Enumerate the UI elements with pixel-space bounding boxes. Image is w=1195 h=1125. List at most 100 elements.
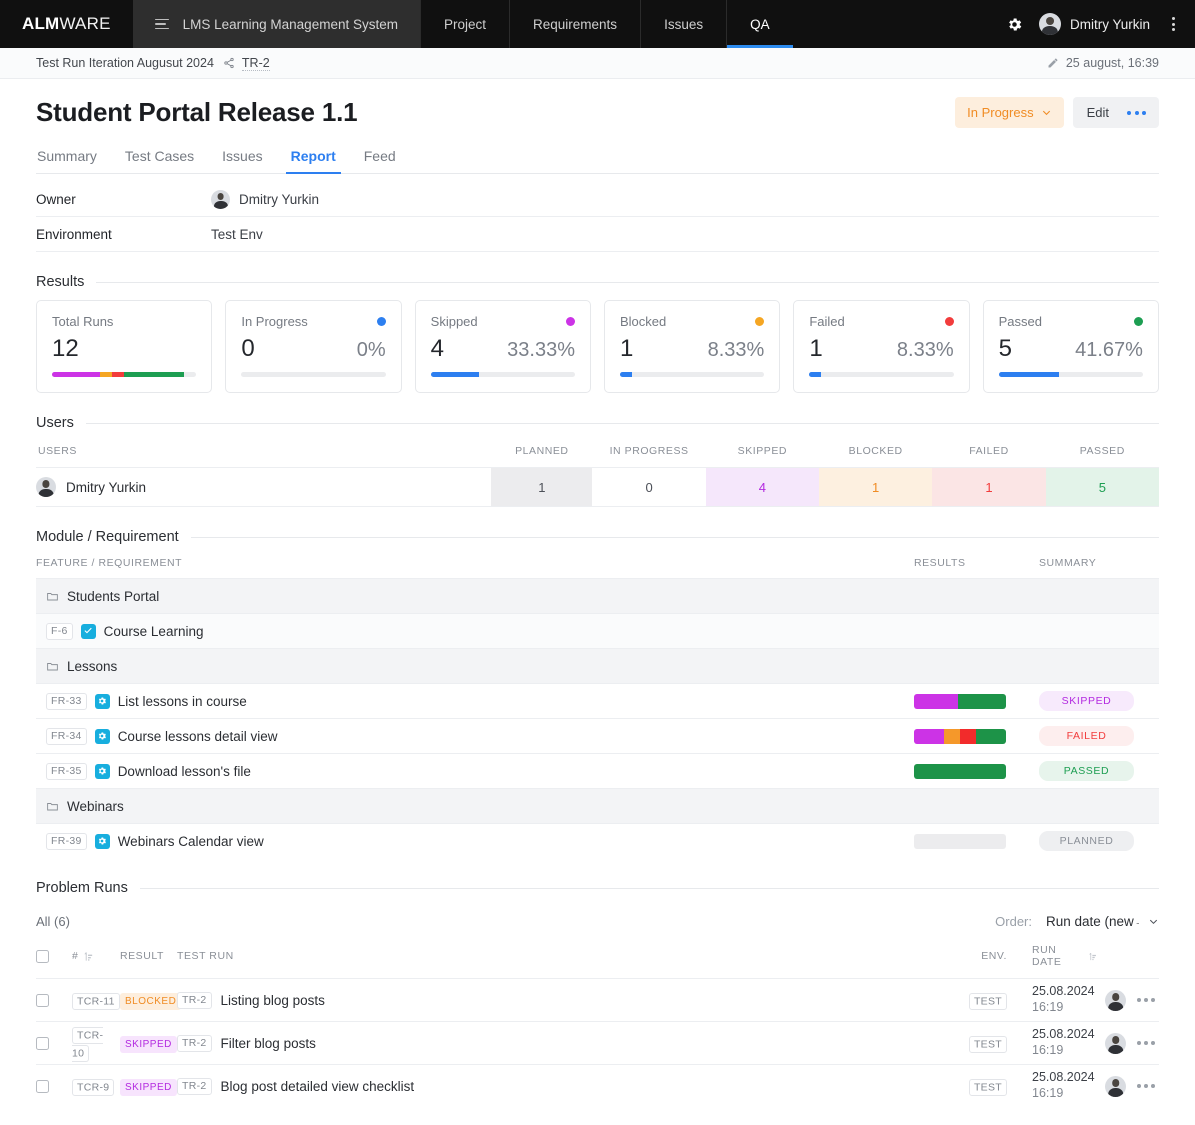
card-percent: 41.67% [1075, 339, 1143, 361]
owner-name: Dmitry Yurkin [239, 191, 320, 207]
tab-label: Feed [363, 148, 396, 164]
tab-feed[interactable]: Feed [363, 148, 397, 173]
table-row[interactable]: Dmitry Yurkin 1 0 4 1 1 5 [36, 467, 1159, 507]
results-bar-segment [914, 728, 945, 744]
status-label: In Progress [967, 105, 1034, 120]
module-item-row[interactable]: FR-39 Webinars Calendar view PLANNED [36, 823, 1159, 858]
problem-runs-heading: Problem Runs [36, 880, 128, 896]
col-result: RESULT [120, 950, 164, 962]
tab-issues[interactable]: Issues [221, 148, 263, 173]
row-checkbox[interactable] [36, 1036, 49, 1050]
breadcrumb-key[interactable]: TR-2 [241, 56, 270, 71]
environment-row: Environment Test Env [36, 217, 1159, 252]
col-planned: PLANNED [515, 445, 569, 457]
app-logo[interactable]: ALM WARE [0, 0, 133, 48]
module-name: Students Portal [67, 588, 160, 604]
select-all-checkbox[interactable] [36, 949, 49, 963]
run-date: 25.08.2024 16:19 [1007, 984, 1097, 1015]
user-name: Dmitry Yurkin [1069, 16, 1150, 32]
table-row[interactable]: TCR-11 BLOCKED TR-2 Listing blog posts TEST 2… [36, 978, 1159, 1021]
nav-item-requirements[interactable]: Requirements [509, 0, 640, 48]
nav-label: Requirements [533, 16, 618, 32]
row-checkbox[interactable] [36, 1079, 49, 1093]
row-actions-icon[interactable] [1137, 998, 1155, 1002]
col-in-progress: IN PROGRESS [609, 445, 689, 457]
run-key[interactable]: TCR-11 [72, 992, 120, 1010]
order-label: Order: [995, 914, 1032, 929]
result-card-in-progress: In Progress 0 0% [225, 300, 402, 393]
module-name: Course lessons detail view [117, 728, 278, 744]
module-group-row[interactable]: Webinars [36, 788, 1159, 823]
nav-item-qa[interactable]: QA [726, 0, 793, 48]
module-item-row[interactable]: F-6 Course Learning [36, 613, 1159, 648]
breadcrumb-parent[interactable]: Test Run Iteration Augusut 2024 [36, 56, 214, 70]
module-group-row[interactable]: Lessons [36, 648, 1159, 683]
module-item-row[interactable]: FR-34 Course lessons detail view FAILED [36, 718, 1159, 753]
user-menu[interactable]: Dmitry Yurkin [1038, 13, 1150, 35]
item-key: FR-39 [46, 832, 87, 850]
row-actions-icon[interactable] [1137, 1041, 1155, 1045]
tab-report[interactable]: Report [285, 148, 341, 174]
sort-icon [84, 951, 93, 961]
run-key[interactable]: TCR-9 [72, 1078, 115, 1096]
col-run-date[interactable]: RUN DATE [1007, 944, 1097, 968]
nav-item-issues[interactable]: Issues [640, 0, 726, 48]
breadcrumb: Test Run Iteration Augusut 2024 TR-2 25 … [0, 48, 1195, 79]
tab-test-cases[interactable]: Test Cases [124, 148, 195, 173]
row-actions-icon[interactable] [1137, 1084, 1155, 1088]
tab-summary[interactable]: Summary [36, 148, 98, 173]
requirement-type-icon [94, 833, 110, 849]
nav-item-project[interactable]: Project [419, 0, 509, 48]
table-row[interactable]: TCR-9 SKIPPED TR-2 Blog post detailed view … [36, 1064, 1159, 1107]
users-table: USERS PLANNED IN PROGRESS SKIPPED BLOCKE… [36, 441, 1159, 507]
folder-icon [47, 592, 58, 600]
progress-segment [124, 372, 185, 377]
result-card-skipped: Skipped 4 33.33% [414, 300, 591, 393]
page-title: Student Portal Release 1.1 [36, 97, 358, 127]
item-key: FR-35 [46, 762, 87, 780]
col-feature: FEATURE / REQUIREMENT [36, 557, 183, 569]
col-number[interactable]: # [72, 950, 120, 962]
module-group-row[interactable]: Students Portal [36, 578, 1159, 613]
avatar [1105, 989, 1126, 1011]
status-dropdown[interactable]: In Progress [955, 97, 1064, 128]
order-dropdown[interactable]: Run date (new→o [1046, 914, 1159, 929]
results-section-heading: Results [36, 274, 1159, 290]
card-label: Skipped [430, 314, 478, 329]
more-actions-icon[interactable] [1123, 103, 1159, 123]
all-filter[interactable]: All (6) [36, 914, 70, 929]
cell-skipped: 4 [705, 467, 820, 507]
col-failed: FAILED [969, 445, 1009, 457]
share-icon[interactable] [223, 57, 235, 69]
test-run-title[interactable]: Blog post detailed view checklist [221, 1079, 415, 1094]
more-options-icon[interactable] [1166, 13, 1181, 35]
status-dot [755, 317, 765, 326]
env-badge: TEST [968, 1078, 1007, 1096]
card-header: Skipped [431, 314, 575, 329]
row-checkbox[interactable] [36, 993, 49, 1007]
table-row[interactable]: TCR-10 SKIPPED TR-2 Filter blog posts TEST 25… [36, 1021, 1159, 1064]
results-bar-segment [958, 693, 1006, 709]
gear-icon[interactable] [1006, 16, 1023, 33]
page-tabs: Summary Test Cases Issues Report Feed [36, 148, 1159, 174]
card-header: Total Runs [52, 314, 196, 329]
test-run-title[interactable]: Listing blog posts [221, 993, 325, 1008]
card-progress-bar [52, 372, 197, 377]
module-item-row[interactable]: FR-35 Download lesson's file PASSED [36, 753, 1159, 788]
test-run-key[interactable]: TR-2 [177, 1034, 212, 1052]
edit-button[interactable]: Edit [1073, 97, 1123, 128]
col-test-run: TEST RUN [177, 950, 234, 962]
module-name: Webinars [67, 798, 124, 814]
run-key[interactable]: TCR-10 [72, 1026, 104, 1062]
project-selector[interactable]: LMS Learning Management System [132, 0, 420, 48]
test-run-key[interactable]: TR-2 [177, 1077, 212, 1095]
test-run-title[interactable]: Filter blog posts [221, 1036, 316, 1051]
card-label: Passed [998, 314, 1043, 329]
module-item-row[interactable]: FR-33 List lessons in course SKIPPED [36, 683, 1159, 718]
card-percent: 0% [356, 339, 386, 361]
card-value: 5 [998, 335, 1012, 362]
results-bar [914, 693, 1006, 709]
col-number-label: # [72, 950, 79, 962]
test-run-key[interactable]: TR-2 [177, 991, 212, 1009]
module-table-body: Students Portal F-6 Course Learning Lessons… [36, 578, 1159, 858]
